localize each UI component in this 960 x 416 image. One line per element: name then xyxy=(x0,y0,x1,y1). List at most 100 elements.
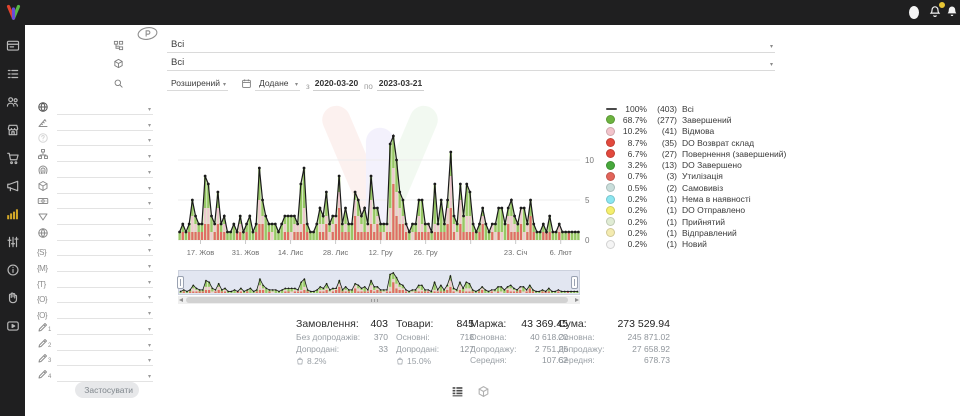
topbar xyxy=(0,0,960,25)
sidebar-item-settings[interactable] xyxy=(6,235,20,249)
sidebar-item-store[interactable] xyxy=(6,123,20,137)
legend-text: (1) xyxy=(647,205,677,215)
brush-handle-right[interactable] xyxy=(571,276,578,289)
filter-select-website[interactable]: ▾ xyxy=(57,227,153,241)
chevron-down-icon: ▾ xyxy=(295,81,298,88)
sidebar-item-customers[interactable] xyxy=(6,95,20,109)
scroll-left-arrow[interactable] xyxy=(179,298,183,302)
sidebar-item-marketing[interactable] xyxy=(6,179,20,193)
chart-minimap[interactable] xyxy=(178,270,580,295)
sitemap-icon xyxy=(37,148,49,160)
stat-sub-value: 678.73 xyxy=(644,355,670,367)
date-to-input[interactable]: 2023-03-21 xyxy=(377,76,424,91)
search-mode-select[interactable]: Розширений ▾ xyxy=(167,76,228,91)
notifications-bell-icon[interactable] xyxy=(928,4,942,19)
legend-text: Утилізація xyxy=(682,171,723,181)
product-filter-select[interactable]: Всі ▾ xyxy=(167,56,775,71)
legend-text: 3.2% xyxy=(619,160,647,170)
globe-icon xyxy=(37,101,49,113)
legend-item[interactable]: 8.7%(35)DO Возврат склад xyxy=(606,137,781,148)
legend-item[interactable]: 100%(403)Всі xyxy=(606,103,781,114)
filter-select-note-4[interactable]: ▾ xyxy=(57,368,153,382)
filter-select-custom-o2[interactable]: ▾ xyxy=(57,305,153,319)
sidebar-item-analytics[interactable] xyxy=(6,207,20,221)
filter-select-funnel[interactable]: ▾ xyxy=(57,211,153,225)
toggle-products-view[interactable] xyxy=(477,385,490,398)
filter-select-custom-s[interactable]: ▾ xyxy=(57,242,153,256)
legend-text: DO Отправлено xyxy=(682,205,745,215)
legend-item[interactable]: 68.7%(277)Завершений xyxy=(606,114,781,125)
chevron-down-icon: ▾ xyxy=(148,233,151,239)
alerts-bell-solid-icon[interactable] xyxy=(945,4,959,19)
filter-row-custom-s: {S}▾ xyxy=(25,242,162,257)
screencast-icon[interactable] xyxy=(136,26,159,46)
date-field-select[interactable]: Додане ▾ xyxy=(255,76,300,91)
legend-text: (35) xyxy=(647,138,677,148)
date-to-value: 2023-03-21 xyxy=(377,78,424,88)
filter-select-payment[interactable]: ▾ xyxy=(57,195,153,209)
sidebar-item-purchases[interactable] xyxy=(6,151,20,165)
filter-select-custom-t[interactable]: ▾ xyxy=(57,274,153,288)
x-tick-label: 23. Січ xyxy=(496,248,536,257)
legend-text: (13) xyxy=(647,160,677,170)
sidebar-item-info[interactable] xyxy=(6,263,20,277)
category-filter-select[interactable]: Всі ▾ xyxy=(167,38,775,53)
sliders-icon xyxy=(6,235,20,249)
legend-item[interactable]: 3.2%(13)DO Завершено xyxy=(606,159,781,170)
filter-select-note-1[interactable]: ▾ xyxy=(57,321,153,335)
sidebar-item-orders[interactable] xyxy=(6,67,20,81)
filter-select-funnel-stage[interactable]: ▾ xyxy=(57,117,153,131)
filter-select-source[interactable]: ▾ xyxy=(57,101,153,115)
stat-sub-label: Основна: xyxy=(558,332,595,344)
legend-item[interactable]: 0.2%(1)Новий xyxy=(606,239,781,250)
stat-sub-label: Без допродажів: xyxy=(296,332,360,344)
stat-sub-value: 33 xyxy=(379,344,388,356)
chevron-down-icon: ▾ xyxy=(148,343,151,349)
legend-text: (1) xyxy=(647,239,677,249)
scroll-right-arrow[interactable] xyxy=(575,298,579,302)
stat-column-1: Товари:845Основні:718Допродані:12715.0% xyxy=(396,318,474,367)
braces-icon: {O} xyxy=(37,305,49,317)
filter-select-product[interactable]: ▾ xyxy=(57,180,153,194)
toggle-statuses-view[interactable] xyxy=(451,385,464,398)
sidebar-item-dashboard[interactable] xyxy=(6,39,20,53)
monitor-icon xyxy=(6,39,20,53)
filter-select-note-3[interactable]: ▾ xyxy=(57,352,153,366)
legend-item[interactable]: 0.7%(3)Утилізація xyxy=(606,171,781,182)
legend-item[interactable]: 6.7%(27)Повернення (завершений) xyxy=(606,148,781,159)
filter-select-custom-m[interactable]: ▾ xyxy=(57,258,153,272)
legend-dot-swatch xyxy=(606,115,615,124)
legend-item[interactable]: 0.5%(2)Самовивіз xyxy=(606,182,781,193)
filter-select-department[interactable]: ▾ xyxy=(57,148,153,162)
filter-select-help[interactable]: ▾ xyxy=(57,132,153,146)
chevron-down-icon: ▾ xyxy=(770,43,773,50)
orders-timeline-chart[interactable] xyxy=(178,102,580,248)
banknote-icon xyxy=(37,195,49,207)
app-logo-icon[interactable] xyxy=(5,4,22,21)
user-avatar[interactable] xyxy=(909,6,919,19)
x-tick-label: 17. Жов xyxy=(181,248,221,257)
legend-item[interactable]: 10.2%(41)Відмова xyxy=(606,126,781,137)
apply-filters-button[interactable]: Застосувати xyxy=(75,382,139,398)
brush-handle-left[interactable] xyxy=(177,276,184,289)
legend-item[interactable]: 0.2%(1)Нема в наявності xyxy=(606,193,781,204)
filter-select-manager[interactable]: ▾ xyxy=(57,164,153,178)
chart-scrollbar-thumb[interactable] xyxy=(186,297,568,303)
legend-item[interactable]: 0.2%(1)Прийнятий xyxy=(606,216,781,227)
legend-item[interactable]: 0.2%(1)Відправлений xyxy=(606,227,781,238)
chevron-down-icon: ▾ xyxy=(148,264,151,270)
legend-text: DO Возврат склад xyxy=(682,138,754,148)
legend-text: 0.2% xyxy=(619,228,647,238)
stat-sub-label: Середня: xyxy=(470,355,507,367)
chevron-down-icon: ▾ xyxy=(148,107,151,113)
upsell-percent: 15.0% xyxy=(407,356,431,366)
help-icon xyxy=(37,132,49,144)
filter-select-custom-o1[interactable]: ▾ xyxy=(57,289,153,303)
filter-row-source: ▾ xyxy=(25,101,162,116)
sidebar-item-video[interactable] xyxy=(6,319,20,333)
legend-item[interactable]: 0.2%(1)DO Отправлено xyxy=(606,205,781,216)
filter-select-note-2[interactable]: ▾ xyxy=(57,337,153,351)
date-from-input[interactable]: 2020-03-20 xyxy=(313,76,360,91)
sidebar-item-support[interactable] xyxy=(6,291,20,305)
filter-row-note-3: 3▾ xyxy=(25,352,162,367)
